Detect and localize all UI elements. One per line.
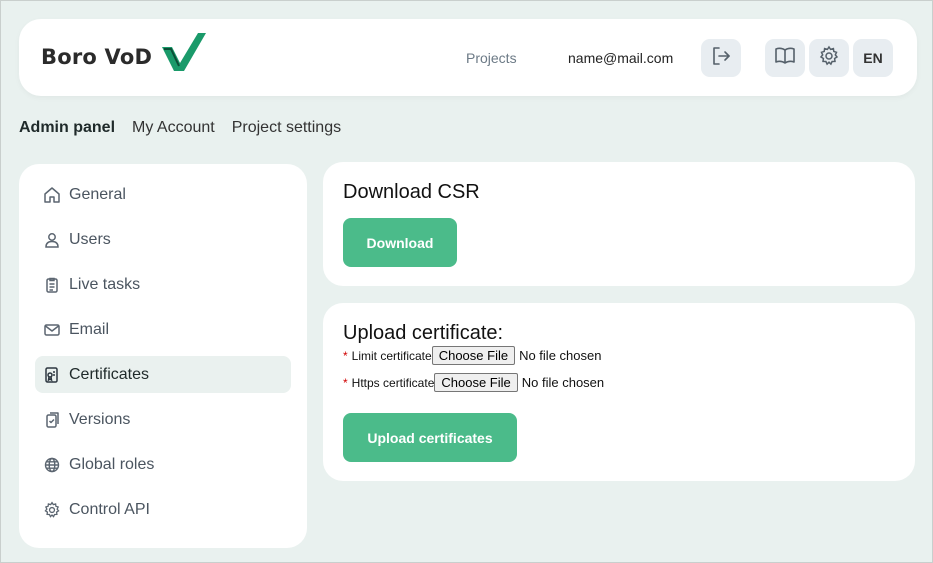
sidebar-item-label: Users (69, 230, 111, 248)
limit-certificate-row: * Limit certificate Choose File No file … (343, 346, 601, 365)
book-icon (774, 45, 796, 72)
mail-icon (43, 321, 61, 339)
language-button[interactable]: EN (853, 39, 893, 77)
globe-icon (43, 456, 61, 474)
sidebar-item-certificates[interactable]: Certificates (35, 356, 291, 393)
download-csr-title: Download CSR (343, 181, 480, 203)
sidebar-item-versions[interactable]: Versions (35, 401, 291, 438)
upload-certificate-card: Upload certificate: * Limit certificate … (323, 303, 915, 481)
versions-icon (43, 411, 61, 429)
https-certificate-choose-file-button[interactable]: Choose File (434, 373, 518, 392)
logout-icon (710, 45, 732, 72)
gear-icon (818, 45, 840, 72)
upload-certificates-button[interactable]: Upload certificates (343, 413, 517, 462)
docs-button[interactable] (765, 39, 805, 77)
sidebar-item-general[interactable]: General (35, 176, 291, 213)
sidebar-item-label: Email (69, 320, 110, 338)
logout-button[interactable] (701, 39, 741, 77)
upload-certificate-title: Upload certificate: (343, 322, 504, 344)
home-icon (43, 186, 61, 204)
sidebar-item-label: Versions (69, 410, 131, 428)
limit-certificate-file-status: No file chosen (519, 348, 602, 363)
limit-certificate-choose-file-button[interactable]: Choose File (431, 346, 516, 365)
logo-text: Boro VoD (41, 45, 153, 69)
https-certificate-file-status: No file chosen (521, 375, 605, 390)
download-csr-card: Download CSR Download (323, 162, 915, 286)
settings-button[interactable] (809, 39, 849, 77)
sidebar-item-live-tasks[interactable]: Live tasks (35, 266, 291, 303)
nav-projects-link[interactable]: Projects (466, 50, 517, 66)
certificate-icon (43, 366, 61, 384)
sidebar-item-label: General (69, 185, 126, 203)
user-email: name@mail.com (568, 50, 674, 66)
clipboard-icon (43, 276, 61, 294)
sidebar-item-email[interactable]: Email (35, 311, 291, 348)
sidebar-item-label: Live tasks (69, 275, 141, 293)
sidebar-item-control-api[interactable]: Control API (35, 491, 291, 528)
required-mark: * (343, 348, 348, 363)
logo-checkmark-icon (160, 32, 207, 76)
sidebar-item-label: Certificates (69, 365, 150, 383)
https-certificate-row: * Https certificate Choose File No file … (343, 373, 604, 392)
tab-project-settings[interactable]: Project settings (232, 119, 341, 137)
tab-my-account[interactable]: My Account (132, 119, 215, 137)
https-certificate-label: Https certificate (351, 375, 435, 390)
limit-certificate-label: Limit certificate (351, 348, 432, 363)
top-tabs: Admin panel My Account Project settings (19, 119, 358, 137)
sidebar-item-label: Control API (69, 500, 150, 518)
sidebar-item-users[interactable]: Users (35, 221, 291, 258)
sidebar: General Users Live tasks Email Certifica… (19, 164, 307, 548)
sidebar-item-global-roles[interactable]: Global roles (35, 446, 291, 483)
sidebar-item-label: Global roles (69, 455, 155, 473)
required-mark: * (343, 375, 348, 390)
user-icon (43, 231, 61, 249)
gear-icon (43, 500, 61, 519)
tab-admin-panel[interactable]: Admin panel (19, 119, 115, 137)
logo[interactable]: Boro VoD (41, 32, 207, 79)
top-bar: Boro VoD Projects name@mail.com EN (19, 19, 917, 96)
download-button[interactable]: Download (343, 218, 457, 267)
